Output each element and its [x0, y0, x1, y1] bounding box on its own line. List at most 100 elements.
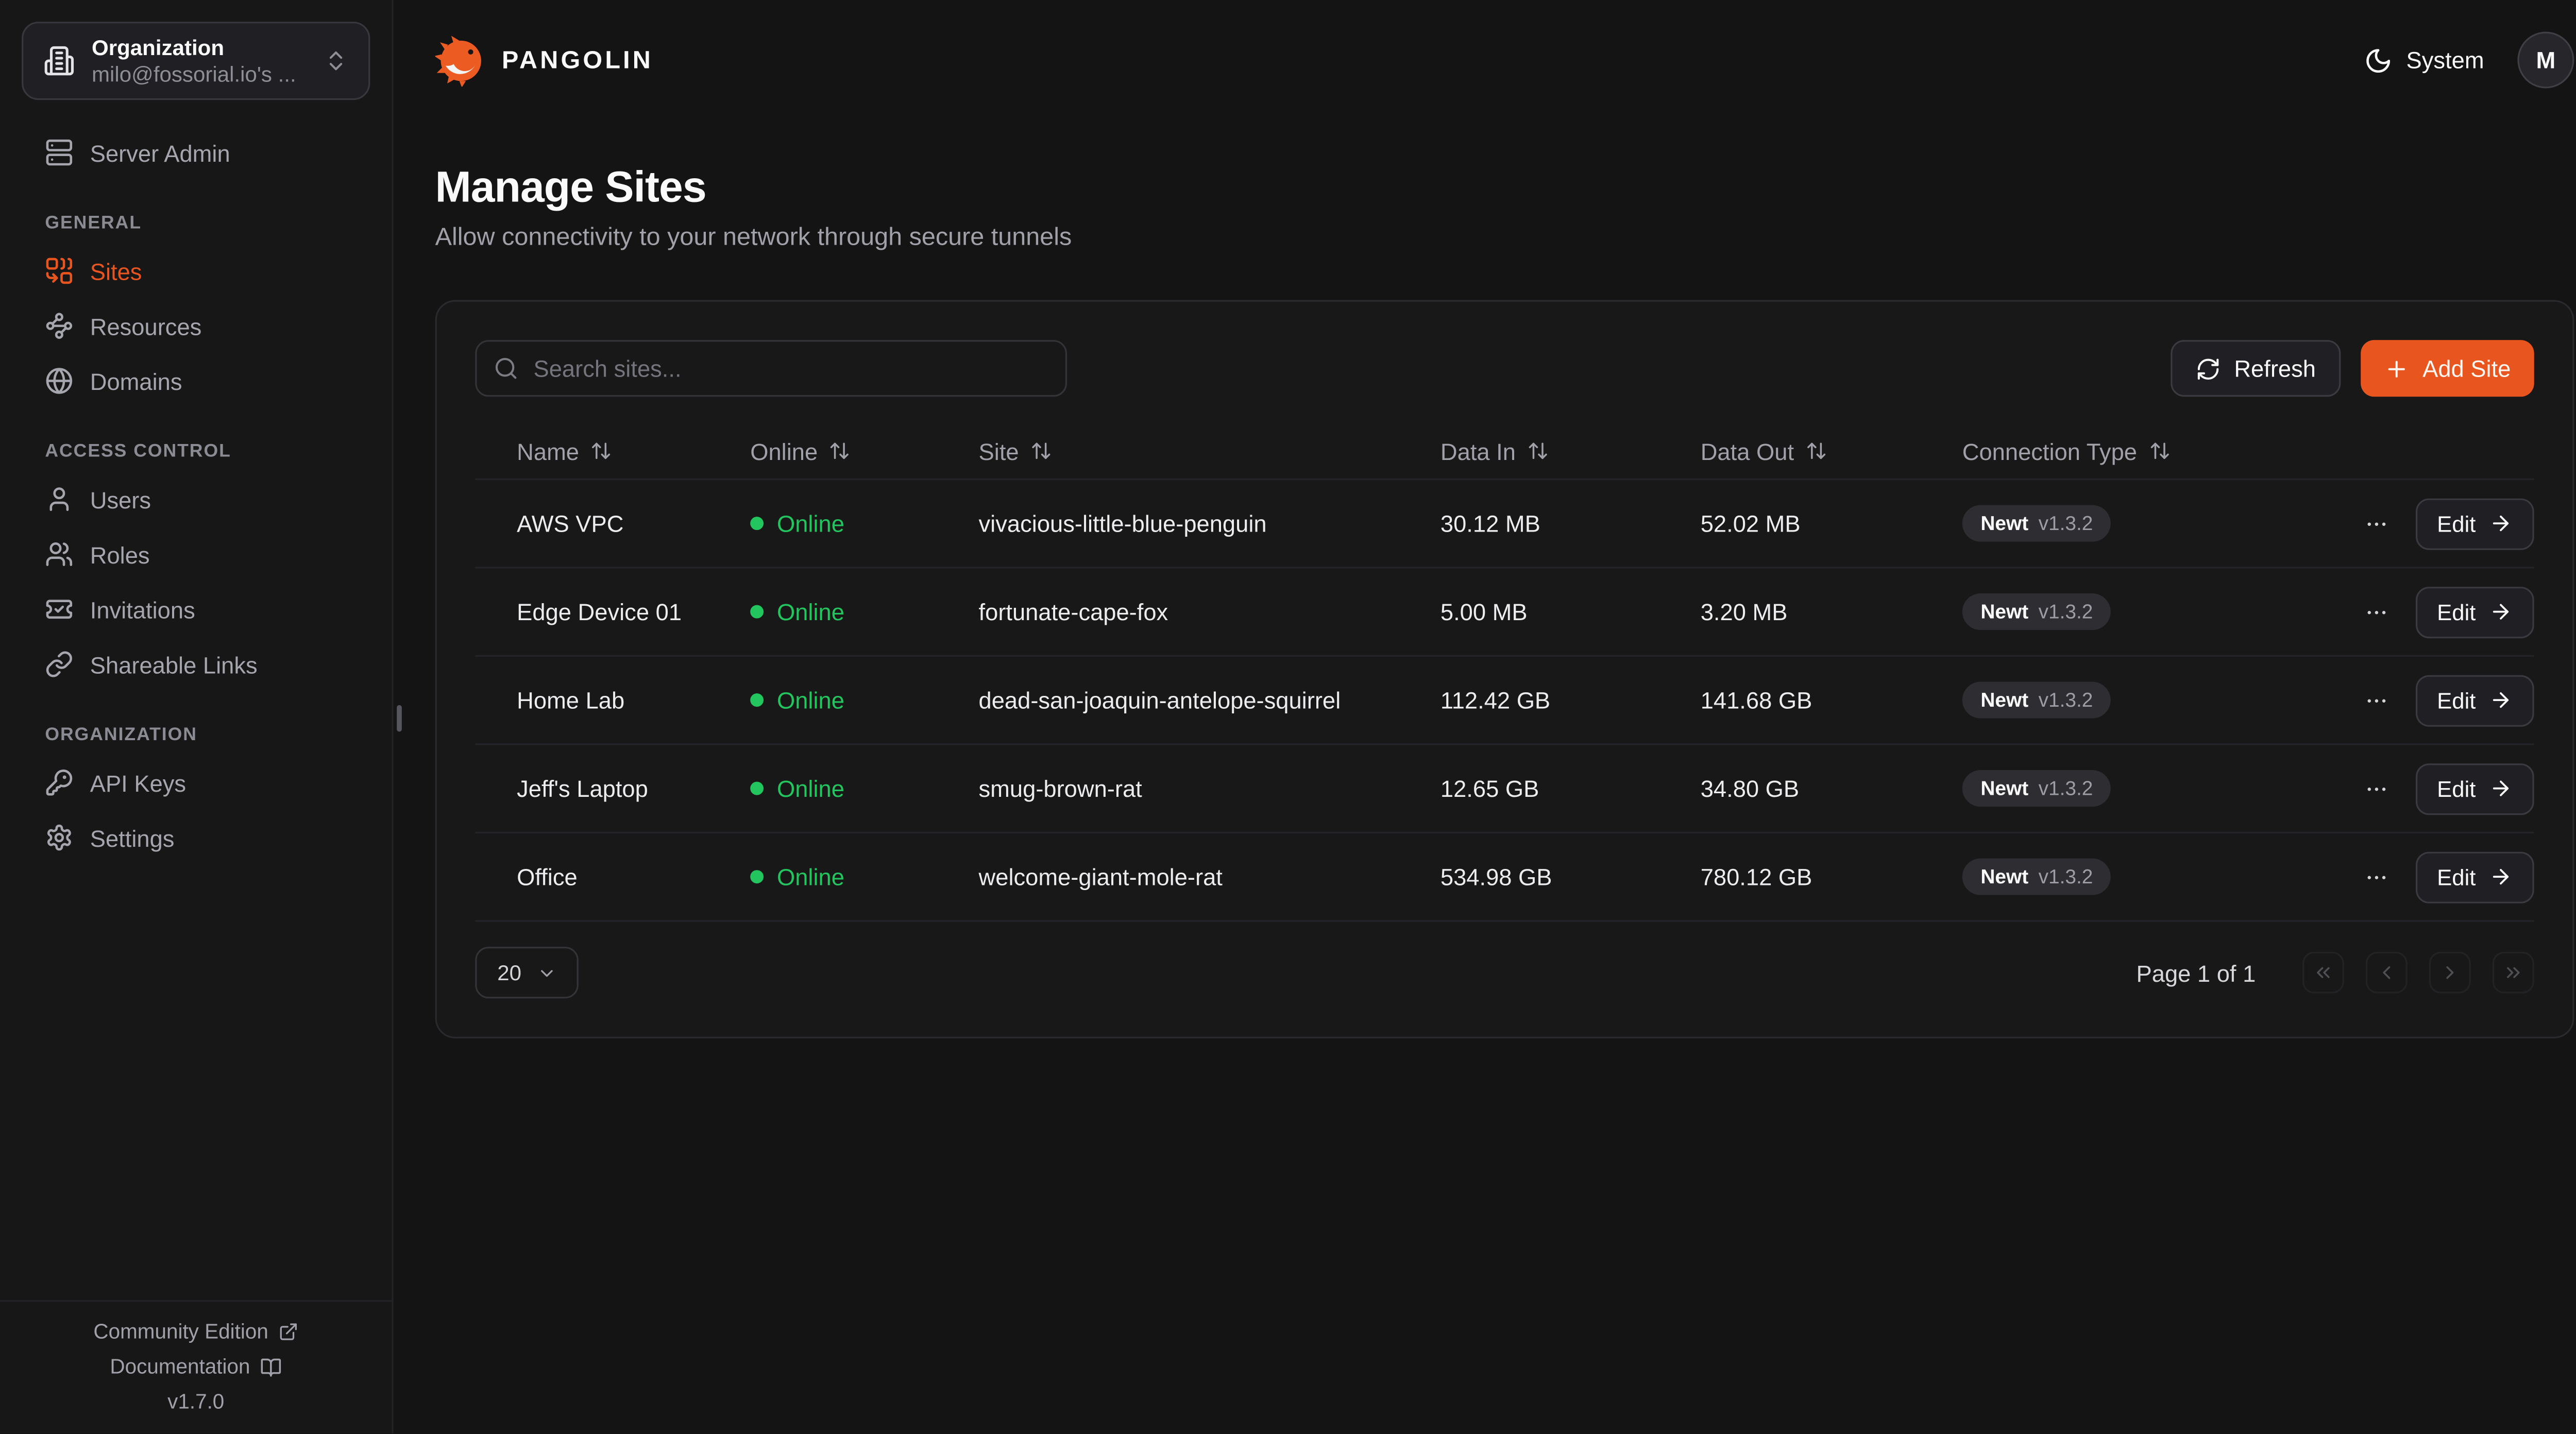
sites-toolbar: Refresh Add Site [475, 340, 2534, 397]
column-header-site[interactable]: Site [937, 437, 1399, 464]
add-site-label: Add Site [2422, 355, 2511, 382]
section-title-general: GENERAL [22, 213, 370, 233]
next-page-button[interactable] [2429, 952, 2471, 994]
online-status-dot [750, 693, 764, 707]
row-menu-button[interactable] [2364, 776, 2389, 801]
chevron-down-icon [536, 963, 556, 983]
sidebar-item-label: Settings [90, 824, 175, 851]
table-header-row: Name Online Site Data In [475, 423, 2534, 480]
documentation-link[interactable]: Documentation [110, 1355, 282, 1378]
column-header-data-in[interactable]: Data In [1399, 437, 1659, 464]
ellipsis-icon [2364, 864, 2389, 890]
sidebar-item-sites[interactable]: Sites [22, 243, 370, 298]
connection-type-badge: Newtv1.3.2 [1962, 770, 2111, 807]
site-name-cell: Office [475, 863, 708, 890]
sidebar-item-invitations[interactable]: Invitations [22, 582, 370, 637]
online-status-cell: Online [708, 510, 937, 537]
online-status-dot [750, 605, 764, 619]
row-menu-button[interactable] [2364, 864, 2389, 890]
search-input[interactable] [475, 340, 1067, 397]
sidebar-item-resources[interactable]: Resources [22, 298, 370, 353]
page-size-select[interactable]: 20 [475, 947, 579, 998]
edit-button[interactable]: Edit [2415, 762, 2534, 814]
arrow-right-icon [2489, 600, 2512, 623]
first-page-button[interactable] [2302, 952, 2344, 994]
table-row: Jeff's Laptop Online smug-brown-rat 12.6… [475, 745, 2534, 833]
site-name-cell: Jeff's Laptop [475, 775, 708, 802]
site-name-cell: AWS VPC [475, 510, 708, 537]
sidebar-item-label: Server Admin [90, 139, 230, 166]
sidebar-item-label: Shareable Links [90, 651, 258, 678]
arrow-right-icon [2489, 688, 2512, 711]
brand-name: PANGOLIN [502, 46, 653, 74]
table-row: Edge Device 01 Online fortunate-cape-fox… [475, 568, 2534, 657]
sidebar-item-settings[interactable]: Settings [22, 810, 370, 865]
data-out-cell: 3.20 MB [1659, 599, 1921, 625]
sidebar-item-label: Resources [90, 313, 202, 339]
avatar-initial: M [2536, 47, 2555, 74]
site-slug-cell: welcome-giant-mole-rat [937, 863, 1399, 890]
app: Organization milo@fossorial.io's ... Ser… [0, 0, 2576, 1433]
pangolin-logo [435, 34, 487, 86]
row-menu-button[interactable] [2364, 688, 2389, 713]
combine-icon [45, 257, 73, 285]
key-icon [45, 769, 73, 797]
sidebar-item-label: Roles [90, 541, 150, 568]
user-icon [45, 485, 73, 514]
org-label: Organization [92, 35, 307, 60]
sidebar-item-shareable-links[interactable]: Shareable Links [22, 637, 370, 692]
last-page-button[interactable] [2493, 952, 2534, 994]
edit-button[interactable]: Edit [2415, 586, 2534, 637]
online-status-cell: Online [708, 687, 937, 713]
online-status-dot [750, 517, 764, 530]
connection-type-cell: Newtv1.3.2 [1921, 770, 2314, 807]
sidebar-footer: Community Edition Documentation v1.7.0 [0, 1300, 392, 1413]
sites-card: Refresh Add Site Name [435, 300, 2574, 1038]
data-out-cell: 34.80 GB [1659, 775, 1921, 802]
sidebar-item-server-admin[interactable]: Server Admin [22, 125, 370, 180]
link-icon [45, 650, 73, 678]
user-avatar[interactable]: M [2517, 31, 2574, 88]
chevron-left-icon [2376, 962, 2397, 983]
data-out-cell: 780.12 GB [1659, 863, 1921, 890]
column-header-connection-type[interactable]: Connection Type [1921, 437, 2314, 464]
sort-icon [591, 440, 613, 462]
prev-page-button[interactable] [2366, 952, 2408, 994]
edit-button[interactable]: Edit [2415, 498, 2534, 549]
edit-button[interactable]: Edit [2415, 674, 2534, 726]
refresh-label: Refresh [2234, 355, 2316, 382]
org-switcher[interactable]: Organization milo@fossorial.io's ... [22, 22, 370, 100]
arrow-right-icon [2489, 777, 2512, 800]
org-value: milo@fossorial.io's ... [92, 62, 307, 87]
data-in-cell: 112.42 GB [1399, 687, 1659, 713]
ellipsis-icon [2364, 599, 2389, 624]
column-header-online[interactable]: Online [708, 437, 937, 464]
theme-toggle[interactable]: System [2365, 46, 2484, 74]
edit-button[interactable]: Edit [2415, 851, 2534, 902]
row-actions-cell: Edit [2314, 674, 2534, 726]
row-menu-button[interactable] [2364, 599, 2389, 624]
site-slug-cell: dead-san-joaquin-antelope-squirrel [937, 687, 1399, 713]
sidebar-item-roles[interactable]: Roles [22, 527, 370, 582]
connection-type-badge: Newtv1.3.2 [1962, 682, 2111, 719]
sort-icon [2149, 440, 2171, 462]
site-slug-cell: vivacious-little-blue-penguin [937, 510, 1399, 537]
column-header-data-out[interactable]: Data Out [1659, 437, 1921, 464]
online-status-dot [750, 782, 764, 795]
sidebar-item-users[interactable]: Users [22, 472, 370, 527]
column-header-name[interactable]: Name [475, 437, 708, 464]
building-icon [43, 45, 75, 76]
add-site-button[interactable]: Add Site [2361, 340, 2534, 397]
community-edition-link[interactable]: Community Edition [93, 1320, 298, 1343]
refresh-button[interactable]: Refresh [2171, 340, 2341, 397]
chevrons-left-icon [2312, 962, 2334, 983]
ticket-check-icon [45, 595, 73, 623]
sidebar-item-domains[interactable]: Domains [22, 353, 370, 408]
waypoints-icon [45, 312, 73, 340]
sidebar-item-api-keys[interactable]: API Keys [22, 755, 370, 810]
online-status-cell: Online [708, 599, 937, 625]
ellipsis-icon [2364, 776, 2389, 801]
site-name-cell: Home Lab [475, 687, 708, 713]
content: Manage Sites Allow connectivity to your … [395, 160, 2576, 1038]
row-menu-button[interactable] [2364, 511, 2389, 536]
